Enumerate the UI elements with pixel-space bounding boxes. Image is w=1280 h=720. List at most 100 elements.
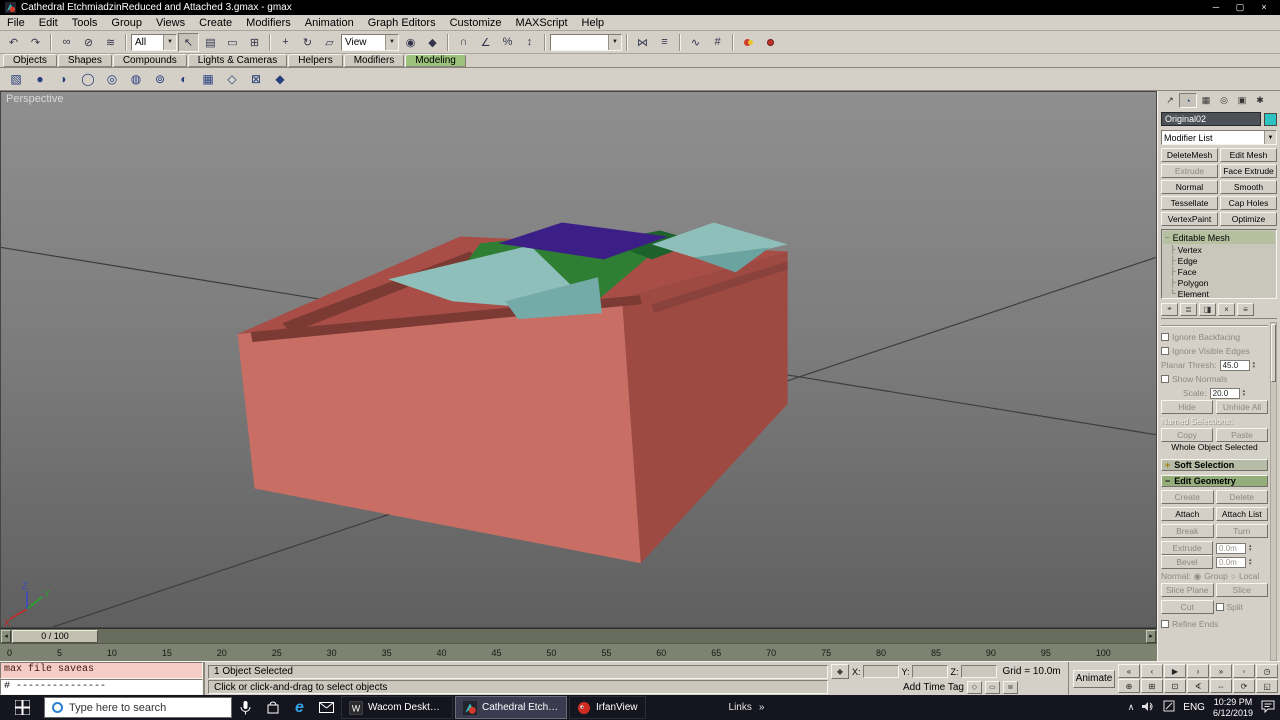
menu-customize[interactable]: Customize [443,15,509,30]
primitive-cone-icon[interactable]: ◍ [125,69,147,89]
taskbar-app-wacom[interactable]: W Wacom Desktop C... [341,696,453,719]
menu-views[interactable]: Views [149,15,192,30]
tab-objects[interactable]: Objects [3,54,57,67]
cap-holes-button[interactable]: Cap Holes [1220,196,1277,210]
primitive-cylinder-icon[interactable]: ◗ [53,69,75,89]
mail-icon[interactable] [313,695,340,720]
animate-button[interactable]: Animate [1073,669,1115,688]
smooth-button[interactable]: Smooth [1220,180,1277,194]
named-selection-sets-dropdown[interactable]: ▼ [550,33,622,51]
menu-file[interactable]: File [0,15,32,30]
track-toggle-icon[interactable]: ▭ [984,680,1000,694]
stack-item-polygon[interactable]: ├ Polygon [1163,277,1275,288]
hierarchy-panel-icon[interactable]: ▦ [1197,93,1215,108]
render-scene-icon[interactable] [760,32,781,52]
taskbar-app-gmax[interactable]: Cathedral Etchmia... [455,696,567,719]
zoom-extents-icon[interactable]: ⊡ [1164,679,1186,693]
volume-icon[interactable] [1142,701,1155,715]
time-tag-icon[interactable]: ◇ [966,680,982,694]
zoom-icon[interactable]: ⊕ [1118,679,1140,693]
menu-edit[interactable]: Edit [32,15,65,30]
tab-compounds[interactable]: Compounds [112,54,187,67]
zoom-all-icon[interactable]: ⊞ [1141,679,1163,693]
expand-icon[interactable]: − [1165,233,1170,242]
field-of-view-icon[interactable]: ∢ [1187,679,1209,693]
select-by-name-icon[interactable]: ▤ [200,32,221,52]
bind-to-spacewarp-icon[interactable]: ≋ [100,32,121,52]
utilities-panel-icon[interactable]: ✱ [1251,93,1269,108]
store-icon[interactable] [259,695,286,720]
optimize-button[interactable]: Optimize [1220,212,1277,226]
primitive-box-icon[interactable]: ▧ [5,69,27,89]
spinner-snap-icon[interactable]: ↕ [519,32,540,52]
restore-button[interactable]: ▢ [1233,2,1247,13]
angle-snap-icon[interactable]: ∠ [475,32,496,52]
primitive-geosphere-icon[interactable]: ⊚ [149,69,171,89]
arc-rotate-icon[interactable]: ⟳ [1233,679,1255,693]
planar-thresh-field[interactable]: 45.0 [1219,359,1250,371]
menu-tools[interactable]: Tools [65,15,105,30]
tab-helpers[interactable]: Helpers [288,54,343,67]
unlink-icon[interactable]: ⊘ [78,32,99,52]
selection-filter-dropdown[interactable]: All ▼ [131,33,177,51]
time-configuration-icon[interactable]: ◷ [1256,664,1278,678]
normal-button[interactable]: Normal [1161,180,1218,194]
y-coordinate-field[interactable] [911,665,948,678]
stack-item-vertex[interactable]: ├ Vertex [1163,244,1275,255]
editmesh-button[interactable]: Edit Mesh [1220,148,1277,162]
menu-help[interactable]: Help [575,15,612,30]
select-rotate-icon[interactable]: ↻ [297,32,318,52]
previous-frame-icon[interactable]: ‹ [1141,664,1163,678]
stack-item-face[interactable]: ├ Face [1163,266,1275,277]
key-filters-icon[interactable]: ≣ [1002,680,1018,694]
rect-selection-region-icon[interactable]: ▭ [222,32,243,52]
primitive-torus-icon[interactable]: ◯ [77,69,99,89]
remove-modifier-icon[interactable]: × [1218,302,1235,316]
tab-shapes[interactable]: Shapes [57,54,112,67]
menu-maxscript[interactable]: MAXScript [509,15,575,30]
menu-modifiers[interactable]: Modifiers [239,15,298,30]
tab-modeling[interactable]: Modeling [405,54,466,67]
stack-item-editable-mesh[interactable]: − Editable Mesh [1163,231,1275,244]
primitive-hedra-icon[interactable]: ◆ [269,69,291,89]
x-coordinate-field[interactable] [862,665,899,678]
time-slider-left-arrow[interactable]: ◂ [1,629,11,643]
pen-settings-icon[interactable] [1163,700,1175,715]
edit-geometry-rollout[interactable]: − Edit Geometry [1161,475,1268,487]
select-and-link-icon[interactable]: ∞ [56,32,77,52]
close-button[interactable]: × [1257,2,1271,13]
redo-icon[interactable]: ↷ [25,32,46,52]
menu-group[interactable]: Group [104,15,149,30]
reference-coord-dropdown[interactable]: View ▼ [341,33,399,51]
make-unique-icon[interactable]: ◨ [1199,302,1216,316]
curve-editor-icon[interactable]: ∿ [685,32,706,52]
go-to-start-icon[interactable]: « [1118,664,1140,678]
primitive-tube-icon[interactable]: ◐ [173,69,195,89]
deletemesh-button[interactable]: DeleteMesh [1161,148,1218,162]
macro-recorder-line[interactable]: max file saveas [0,662,203,679]
object-color-swatch[interactable] [1264,112,1277,126]
stack-item-edge[interactable]: ├ Edge [1163,255,1275,266]
taskbar-search-input[interactable]: Type here to search [44,697,232,718]
scale-field[interactable]: 20.0 [1209,387,1240,399]
soft-selection-rollout[interactable]: + Soft Selection [1161,459,1268,471]
select-manipulate-icon[interactable]: ◆ [422,32,443,52]
menu-create[interactable]: Create [192,15,239,30]
z-coordinate-field[interactable] [960,665,997,678]
hidden-icons-chevron[interactable]: ∧ [1128,702,1135,713]
time-slider-handle[interactable]: 0 / 100 [12,629,98,643]
perspective-viewport[interactable]: Perspective X Y Z [0,91,1157,628]
face-extrude-button[interactable]: Face Extrude [1220,164,1277,178]
tab-modifiers[interactable]: Modifiers [343,54,405,67]
tab-lights-cameras[interactable]: Lights & Cameras [187,54,288,67]
mirror-icon[interactable]: ⋈ [632,32,653,52]
menu-animation[interactable]: Animation [298,15,361,30]
listener-line[interactable]: # --------------- [0,678,203,695]
microphone-icon[interactable] [232,695,259,720]
rollout-scrollbar[interactable] [1270,322,1277,661]
select-object-icon[interactable]: ↖ [178,32,199,52]
attach-button[interactable]: Attach [1161,507,1214,521]
window-crossing-icon[interactable]: ⊞ [244,32,265,52]
pin-stack-icon[interactable]: ⌖ [1161,302,1178,316]
use-center-icon[interactable]: ◉ [400,32,421,52]
